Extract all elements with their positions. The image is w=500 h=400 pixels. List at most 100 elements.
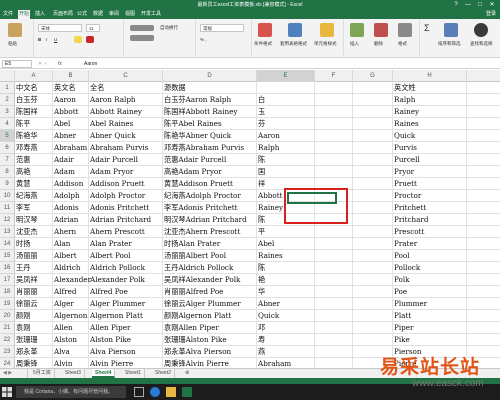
cell-d18[interactable]: 肖丽丽Alfred Poe (163, 286, 257, 298)
cell-h23[interactable]: Pierson (393, 346, 467, 358)
cell-a15[interactable]: 汤丽丽 (15, 250, 53, 262)
cell-d9[interactable]: 黄慧Addison Pruett (163, 178, 257, 190)
row-header[interactable]: 23 (0, 346, 15, 358)
cell-f19[interactable] (315, 298, 353, 310)
wrap-text-button[interactable]: 自动换行 (160, 25, 178, 31)
cell-f23[interactable] (315, 346, 353, 358)
cell-c16[interactable]: Aldrich Pollock (89, 262, 163, 274)
cell-f13[interactable] (315, 226, 353, 238)
tab-formulas[interactable]: 公式 (76, 10, 88, 19)
formula-cancel-icon[interactable]: ✕ ✓ (38, 59, 48, 69)
cell-c7[interactable]: Adair Purcell (89, 154, 163, 166)
cell-b2[interactable]: Aaron (53, 94, 89, 106)
cell-h13[interactable]: Prescott (393, 226, 467, 238)
column-header-h[interactable]: H (393, 70, 467, 82)
cell-c12[interactable]: Adrian Pritchard (89, 214, 163, 226)
cell-b10[interactable]: Adolph (53, 190, 89, 202)
row-header[interactable]: 7 (0, 154, 15, 166)
bold-button[interactable]: B (38, 37, 41, 42)
cell-a22[interactable]: 张珊珊 (15, 334, 53, 346)
row-header[interactable]: 11 (0, 202, 15, 214)
cell-g23[interactable] (353, 346, 393, 358)
cell-h14[interactable]: Prater (393, 238, 467, 250)
cell-f6[interactable] (315, 142, 353, 154)
cell-e9[interactable]: 祥 (257, 178, 315, 190)
cell-e1[interactable] (257, 82, 315, 94)
cell-d6[interactable]: 邓寿燕Abraham Purvis (163, 142, 257, 154)
cell-g18[interactable] (353, 286, 393, 298)
delete-cells-icon[interactable] (374, 23, 388, 37)
cell-c22[interactable]: Alston Pike (89, 334, 163, 346)
cell-b3[interactable]: Abbott (53, 106, 89, 118)
cell-g3[interactable] (353, 106, 393, 118)
cell-f17[interactable] (315, 274, 353, 286)
cell-e4[interactable]: 芬 (257, 118, 315, 130)
cell-b6[interactable]: Abraham (53, 142, 89, 154)
cell-c2[interactable]: Aaron Ralph (89, 94, 163, 106)
select-all-corner[interactable] (0, 70, 15, 82)
formula-input[interactable]: Aaron (84, 59, 97, 69)
cortana-search-box[interactable]: 我是 Cortana，小娜。有问题尽管问我。 (16, 386, 126, 398)
cell-d16[interactable]: 王丹Aldrich Pollock (163, 262, 257, 274)
cell-e5[interactable]: Aaron (257, 130, 315, 142)
cell-b20[interactable]: Algernon (53, 310, 89, 322)
paste-icon[interactable] (8, 23, 22, 37)
cell-h18[interactable]: Poe (393, 286, 467, 298)
cell-d14[interactable]: 时扬Alan Prater (163, 238, 257, 250)
sheet-tab[interactable]: Sheet3 (62, 369, 85, 378)
cell-f9[interactable] (315, 178, 353, 190)
cell-a18[interactable]: 肖丽丽 (15, 286, 53, 298)
cell-e8[interactable]: 国 (257, 166, 315, 178)
cell-c17[interactable]: Alexander Polk (89, 274, 163, 286)
cell-h9[interactable]: Pruett (393, 178, 467, 190)
column-header-b[interactable]: B (53, 70, 89, 82)
cell-c1[interactable]: 全名 (89, 82, 163, 94)
cell-g20[interactable] (353, 310, 393, 322)
row-header[interactable]: 20 (0, 310, 15, 322)
align-lines-icon[interactable] (130, 25, 154, 31)
cell-f3[interactable] (315, 106, 353, 118)
cell-b15[interactable]: Albert (53, 250, 89, 262)
cell-d4[interactable]: 陈平Abel Raines (163, 118, 257, 130)
cell-g21[interactable] (353, 322, 393, 334)
cell-f1[interactable] (315, 82, 353, 94)
cell-d12[interactable]: 明汉琴Adrian Pritchard (163, 214, 257, 226)
help-button[interactable]: ? (450, 0, 462, 10)
column-header-e[interactable]: E (257, 70, 315, 82)
cell-g16[interactable] (353, 262, 393, 274)
cell-g22[interactable] (353, 334, 393, 346)
cell-a1[interactable]: 中文名 (15, 82, 53, 94)
sheet-tab[interactable]: 5月工资 (30, 369, 55, 378)
cell-h21[interactable]: Piper (393, 322, 467, 334)
row-header[interactable]: 16 (0, 262, 15, 274)
sheet-tab-active[interactable]: Sheet4 (92, 369, 116, 378)
cell-d19[interactable]: 徐丽云Alger Plummer (163, 298, 257, 310)
cell-d15[interactable]: 汤丽丽Albert Pool (163, 250, 257, 262)
cell-b22[interactable]: Alston (53, 334, 89, 346)
cell-f18[interactable] (315, 286, 353, 298)
format-as-table-icon[interactable] (288, 23, 302, 37)
cell-a21[interactable]: 袁刚 (15, 322, 53, 334)
percent-button[interactable]: % , (200, 37, 207, 42)
cell-d17[interactable]: 吴凤祥Alexander Polk (163, 274, 257, 286)
cell-g15[interactable] (353, 250, 393, 262)
row-header[interactable]: 10 (0, 190, 15, 202)
cell-c9[interactable]: Addison Pruett (89, 178, 163, 190)
cell-f5[interactable] (315, 130, 353, 142)
column-header-g[interactable]: G (353, 70, 393, 82)
cell-a16[interactable]: 王丹 (15, 262, 53, 274)
cell-d7[interactable]: 范惠Adair Purcell (163, 154, 257, 166)
cell-e22[interactable]: 寿 (257, 334, 315, 346)
cell-b23[interactable]: Alva (53, 346, 89, 358)
cell-f14[interactable] (315, 238, 353, 250)
row-header[interactable]: 6 (0, 142, 15, 154)
cell-d23[interactable]: 郑永革Alva Pierson (163, 346, 257, 358)
cell-d10[interactable]: 纪海燕Adolph Proctor (163, 190, 257, 202)
cell-d3[interactable]: 陈国祥Abbott Rainey (163, 106, 257, 118)
tab-home[interactable]: 开始 (18, 10, 31, 19)
fx-icon[interactable]: fx (58, 59, 62, 69)
cell-b19[interactable]: Alger (53, 298, 89, 310)
cell-c13[interactable]: Ahern Prescott (89, 226, 163, 238)
cell-b9[interactable]: Addison (53, 178, 89, 190)
cell-b21[interactable]: Allen (53, 322, 89, 334)
